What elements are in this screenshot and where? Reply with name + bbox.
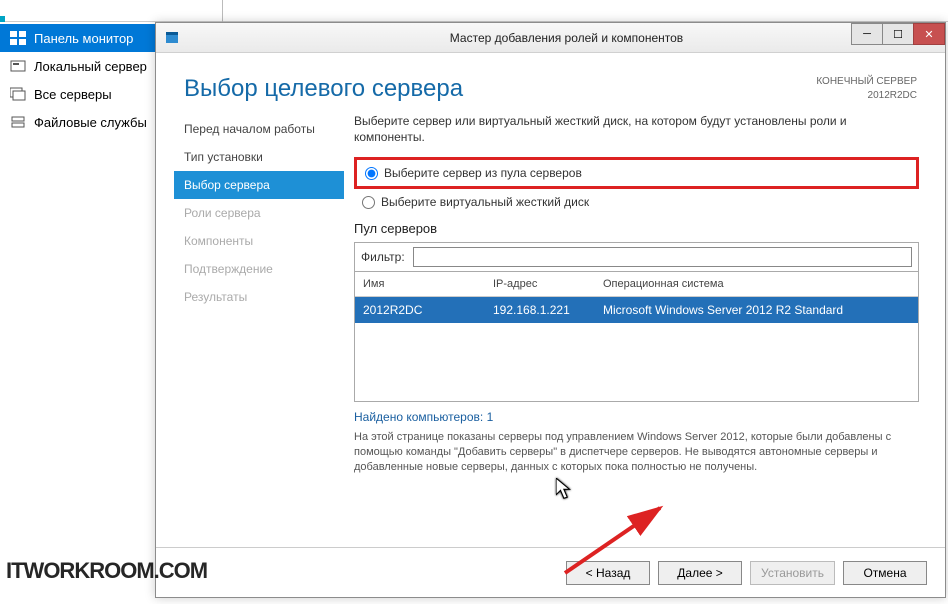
maximize-button[interactable]: ☐ (882, 23, 914, 45)
title-text: Мастер добавления ролей и компонентов (188, 31, 945, 45)
next-button[interactable]: Далее > (658, 561, 742, 585)
dest-value: 2012R2DC (816, 89, 917, 103)
found-count: Найдено компьютеров: 1 (354, 410, 919, 424)
step-features: Компоненты (174, 227, 344, 255)
cell-os: Microsoft Windows Server 2012 R2 Standar… (595, 297, 918, 323)
table-row[interactable]: 2012R2DC 192.168.1.221 Microsoft Windows… (355, 297, 918, 323)
filter-row: Фильтр: (354, 242, 919, 272)
close-button[interactable]: ✕ (913, 23, 945, 45)
radio-label: Выберите сервер из пула серверов (384, 166, 582, 180)
table-header: Имя IP-адрес Операционная система (355, 272, 918, 297)
minimize-button[interactable]: ─ (851, 23, 883, 45)
nav-label: Локальный сервер (34, 59, 147, 74)
cell-name: 2012R2DC (355, 297, 485, 323)
step-server-roles: Роли сервера (174, 199, 344, 227)
steps-nav: Перед началом работы Тип установки Выбор… (174, 113, 344, 547)
cell-ip: 192.168.1.221 (485, 297, 595, 323)
header-row: Выбор целевого сервера КОНЕЧНЫЙ СЕРВЕР 2… (156, 53, 945, 113)
radio-highlight-box: Выберите сервер из пула серверов (354, 157, 919, 189)
destination-server: КОНЕЧНЫЙ СЕРВЕР 2012R2DC (816, 75, 917, 103)
nav-label: Панель монитор (34, 31, 133, 46)
dest-label: КОНЕЧНЫЙ СЕРВЕР (816, 75, 917, 89)
servers-icon (10, 87, 26, 101)
radio-server-pool[interactable]: Выберите сервер из пула серверов (365, 164, 908, 182)
col-ip[interactable]: IP-адрес (485, 272, 595, 296)
server-table: Имя IP-адрес Операционная система 2012R2… (354, 272, 919, 402)
step-confirmation: Подтверждение (174, 255, 344, 283)
radio-vhd[interactable]: Выберите виртуальный жесткий диск (362, 193, 919, 211)
radio-server-pool-input[interactable] (365, 167, 378, 180)
found-num: 1 (487, 410, 494, 424)
content-row: Перед началом работы Тип установки Выбор… (156, 113, 945, 547)
install-button: Установить (750, 561, 835, 585)
pool-heading: Пул серверов (354, 221, 919, 236)
window-chrome-top (0, 0, 948, 22)
wizard-dialog: Мастер добавления ролей и компонентов ─ … (155, 22, 946, 598)
instruction-text: Выберите сервер или виртуальный жесткий … (354, 113, 919, 145)
page-title: Выбор целевого сервера (184, 75, 463, 103)
wizard-body: Выбор целевого сервера КОНЕЧНЫЙ СЕРВЕР 2… (156, 53, 945, 547)
wizard-icon (164, 30, 180, 46)
files-icon (10, 115, 26, 129)
found-prefix: Найдено компьютеров: (354, 410, 487, 424)
filter-input[interactable] (413, 247, 912, 267)
step-server-selection[interactable]: Выбор сервера (174, 171, 344, 199)
step-install-type[interactable]: Тип установки (174, 143, 344, 171)
footer: < Назад Далее > Установить Отмена (156, 547, 945, 597)
radio-label: Выберите виртуальный жесткий диск (381, 195, 589, 209)
main-panel: Выберите сервер или виртуальный жесткий … (344, 113, 919, 547)
dashboard-icon (10, 31, 26, 45)
server-icon (10, 59, 26, 73)
nav-label: Файловые службы (34, 115, 147, 130)
step-before-begin[interactable]: Перед началом работы (174, 115, 344, 143)
window-controls: ─ ☐ ✕ (852, 23, 945, 52)
filter-label: Фильтр: (361, 250, 405, 264)
note-text: На этой странице показаны серверы под уп… (354, 430, 919, 475)
back-button[interactable]: < Назад (566, 561, 650, 585)
col-name[interactable]: Имя (355, 272, 485, 296)
col-os[interactable]: Операционная система (595, 272, 918, 296)
titlebar[interactable]: Мастер добавления ролей и компонентов ─ … (156, 23, 945, 53)
step-results: Результаты (174, 283, 344, 311)
nav-label: Все серверы (34, 87, 112, 102)
watermark: ITWORKROOM.COM (6, 560, 207, 582)
cancel-button[interactable]: Отмена (843, 561, 927, 585)
radio-vhd-input[interactable] (362, 196, 375, 209)
